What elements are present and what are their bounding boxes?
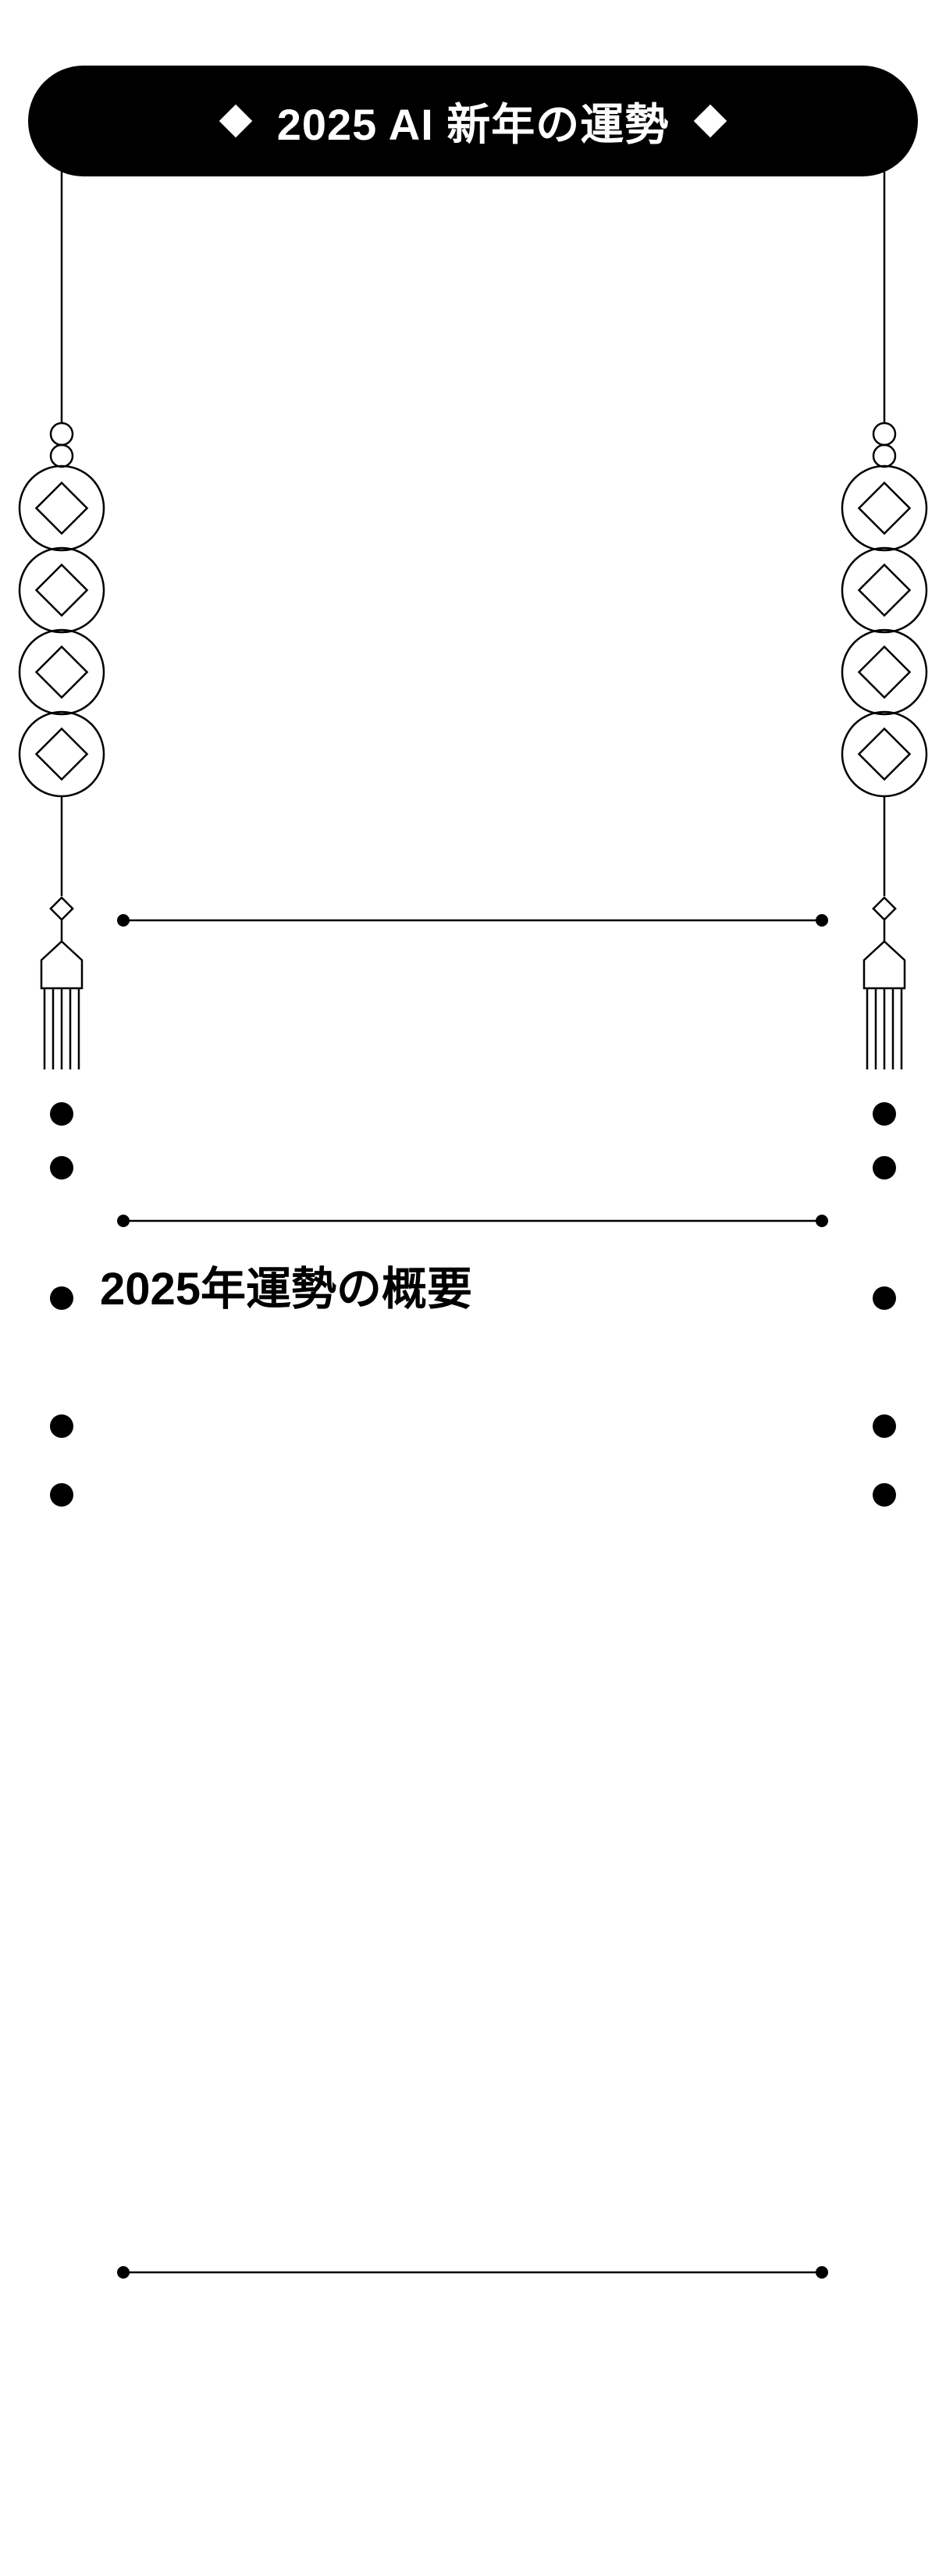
coin-icon <box>841 464 928 552</box>
coin-icon <box>18 464 105 552</box>
left-dot-column <box>50 1102 73 1507</box>
right-hanging-ornament <box>841 172 928 1069</box>
coin-icon <box>18 710 105 798</box>
coin-icon <box>841 628 928 716</box>
right-dot-column <box>873 1102 896 1507</box>
coin-icon <box>18 628 105 716</box>
coin-icon <box>18 546 105 634</box>
coin-icon <box>841 546 928 634</box>
summary-section-title: 2025年運勢の概要 <box>100 1264 473 1315</box>
left-hanging-ornament <box>18 172 105 1069</box>
coin-icon <box>841 710 928 798</box>
